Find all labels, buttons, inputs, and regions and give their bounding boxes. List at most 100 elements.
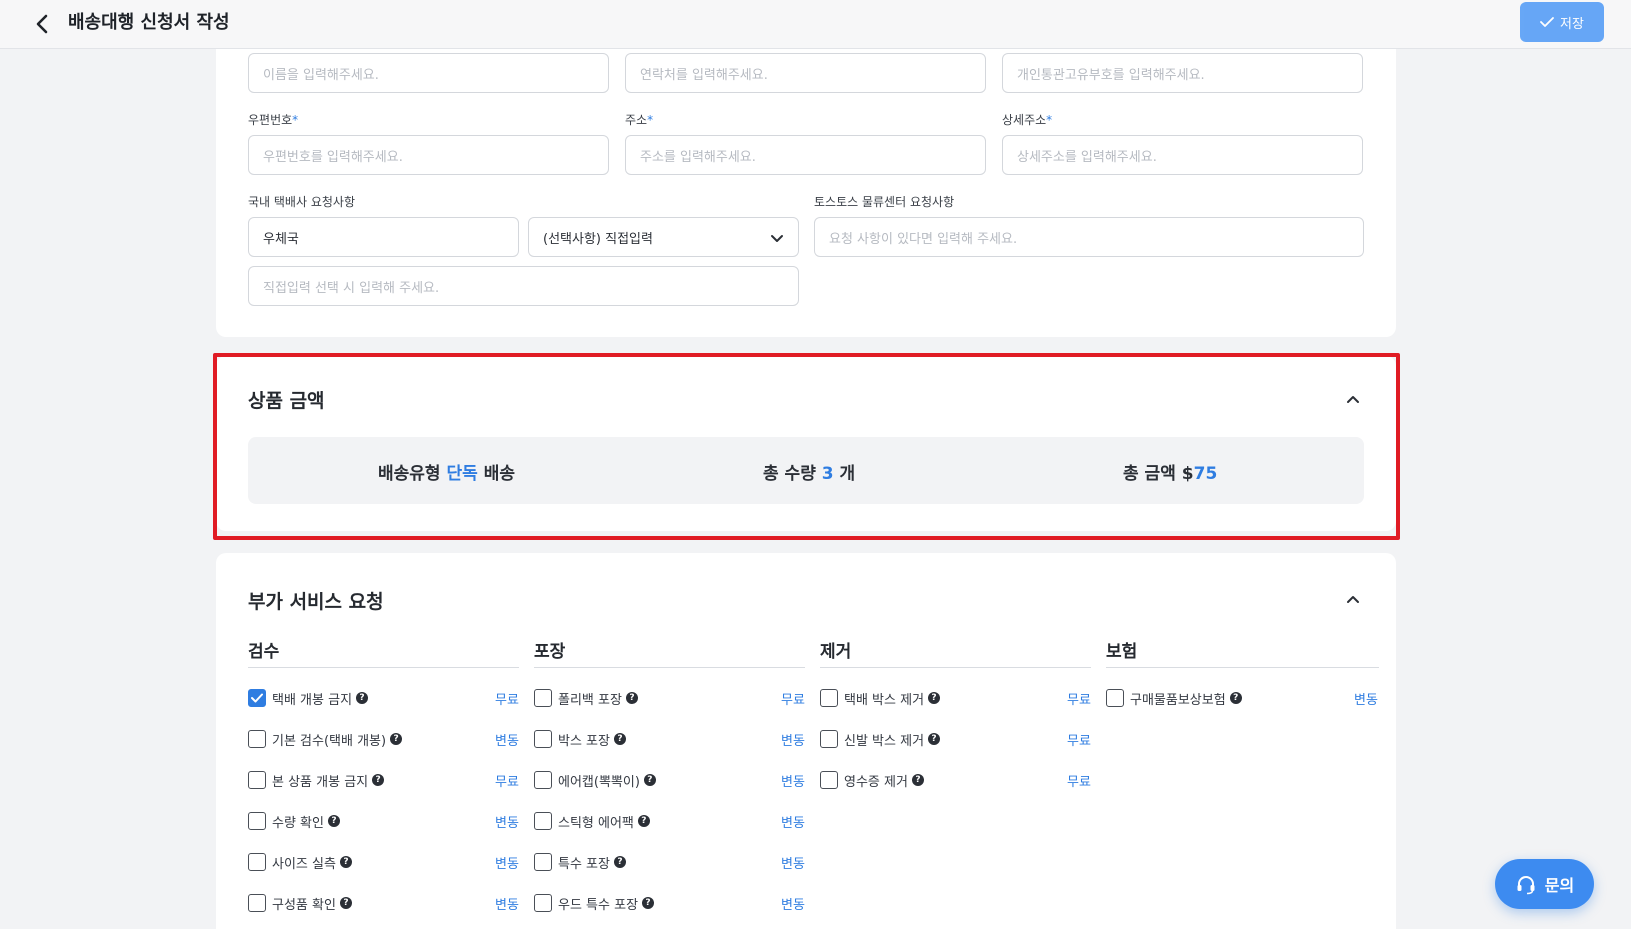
help-icon[interactable]: ? <box>372 774 385 786</box>
checkbox[interactable] <box>248 894 266 912</box>
service-option-label: 특수 포장 <box>558 856 610 872</box>
chevron-up-icon <box>1347 596 1359 603</box>
checkbox[interactable] <box>248 812 266 830</box>
center-request-input[interactable]: 요청 사항이 있다면 입력해 주세요. <box>814 217 1364 257</box>
address-placeholder: 주소를 입력해주세요. <box>640 149 756 165</box>
category-heading: 포장 <box>534 642 566 662</box>
service-option-label: 사이즈 실측 <box>272 856 336 872</box>
checkbox[interactable] <box>248 853 266 871</box>
services-collapse-button[interactable] <box>1342 588 1364 610</box>
chevron-down-icon <box>771 235 783 242</box>
price-section-title: 상품 금액 <box>248 390 325 412</box>
service-option[interactable]: 스틱형 에어팩? <box>534 810 650 832</box>
service-price-tag: 변동 <box>781 856 805 872</box>
save-button[interactable]: 저장 <box>1520 2 1604 42</box>
phone-placeholder: 연락처를 입력해주세요. <box>640 67 768 83</box>
service-option-label: 에어캡(뽁뽁이) <box>558 774 640 790</box>
detail-address-input[interactable]: 상세주소를 입력해주세요. <box>1002 135 1363 175</box>
checkbox[interactable] <box>534 894 552 912</box>
service-option[interactable]: 신발 박스 제거? <box>820 728 941 750</box>
help-icon[interactable]: ? <box>390 733 403 745</box>
back-button[interactable] <box>28 10 56 38</box>
service-option[interactable]: 본 상품 개봉 금지? <box>248 769 385 791</box>
service-option[interactable]: 사이즈 실측? <box>248 851 352 873</box>
help-icon[interactable]: ? <box>339 856 352 868</box>
service-option-label: 기본 검수(택배 개봉) <box>272 733 387 749</box>
courier-request-value: (선택사항) 직접입력 <box>543 231 653 247</box>
help-icon[interactable]: ? <box>327 815 340 827</box>
service-option[interactable]: 기본 검수(택배 개봉)? <box>248 728 403 750</box>
service-price-tag: 무료 <box>781 692 805 708</box>
service-option[interactable]: 구매물품보상보험? <box>1106 687 1242 709</box>
service-option[interactable]: 특수 포장? <box>534 851 626 873</box>
help-icon[interactable]: ? <box>339 897 352 909</box>
help-icon[interactable]: ? <box>911 774 924 786</box>
checkbox[interactable] <box>820 771 838 789</box>
phone-input[interactable]: 연락처를 입력해주세요. <box>625 53 986 93</box>
service-option-label: 택배 개봉 금지 <box>272 692 353 708</box>
help-icon[interactable]: ? <box>625 692 638 704</box>
service-price-tag: 변동 <box>495 897 519 913</box>
help-icon[interactable]: ? <box>642 897 655 909</box>
service-option[interactable]: 영수증 제거? <box>820 769 924 791</box>
service-option-label: 스틱형 에어팩 <box>558 815 634 831</box>
help-icon[interactable]: ? <box>643 774 656 786</box>
service-price-tag: 변동 <box>781 897 805 913</box>
name-input[interactable]: 이름을 입력해주세요. <box>248 53 609 93</box>
checkbox[interactable] <box>534 812 552 830</box>
courier-value: 우체국 <box>263 231 299 247</box>
service-option[interactable]: 우드 특수 포장? <box>534 892 655 914</box>
service-option[interactable]: 에어캡(뽁뽁이)? <box>534 769 656 791</box>
service-price-tag: 변동 <box>495 815 519 831</box>
service-option[interactable]: 택배 개봉 금지? <box>248 687 369 709</box>
detail-address-label: 상세주소* <box>1002 113 1053 127</box>
checkbox[interactable] <box>534 730 552 748</box>
service-price-tag: 무료 <box>495 692 519 708</box>
service-option[interactable]: 구성품 확인? <box>248 892 352 914</box>
service-option[interactable]: 수량 확인? <box>248 810 340 832</box>
help-icon[interactable]: ? <box>928 692 941 704</box>
price-collapse-button[interactable] <box>1342 388 1364 410</box>
price-summary-bar: 배송유형 단독 배송 총 수량 3 개 총 금액 $75 <box>248 437 1364 504</box>
service-price-tag: 변동 <box>781 774 805 790</box>
service-option[interactable]: 택배 박스 제거? <box>820 687 941 709</box>
address-input[interactable]: 주소를 입력해주세요. <box>625 135 986 175</box>
checkbox[interactable] <box>248 771 266 789</box>
service-option-label: 택배 박스 제거 <box>844 692 925 708</box>
customs-code-input[interactable]: 개인통관고유부호를 입력해주세요. <box>1002 53 1363 93</box>
help-icon[interactable]: ? <box>1229 692 1242 704</box>
help-icon[interactable]: ? <box>637 815 650 827</box>
service-option-label: 박스 포장 <box>558 733 610 749</box>
checkbox[interactable] <box>248 730 266 748</box>
category-divider <box>534 667 805 668</box>
save-button-label: 저장 <box>1560 16 1584 32</box>
checkbox[interactable] <box>820 689 838 707</box>
detail-address-placeholder: 상세주소를 입력해주세요. <box>1017 149 1157 165</box>
category-divider <box>248 667 519 668</box>
checkbox[interactable] <box>534 689 552 707</box>
help-icon[interactable]: ? <box>613 733 626 745</box>
service-option-label: 본 상품 개봉 금지 <box>272 774 369 790</box>
direct-input-field[interactable]: 직접입력 선택 시 입력해 주세요. <box>248 266 799 306</box>
help-icon[interactable]: ? <box>613 856 626 868</box>
checkbox[interactable] <box>248 689 266 707</box>
zip-input[interactable]: 우편번호를 입력해주세요. <box>248 135 609 175</box>
checkbox[interactable] <box>534 771 552 789</box>
service-price-tag: 변동 <box>495 856 519 872</box>
courier-request-select[interactable]: (선택사항) 직접입력 <box>528 217 799 257</box>
quantity-summary: 총 수량 3 개 <box>763 464 856 484</box>
inquiry-button[interactable]: 문의 <box>1495 859 1594 909</box>
service-price-tag: 무료 <box>1067 733 1091 749</box>
checkbox[interactable] <box>1106 689 1124 707</box>
chevron-left-icon <box>36 14 48 34</box>
help-icon[interactable]: ? <box>928 733 941 745</box>
shipping-type-summary: 배송유형 단독 배송 <box>378 464 515 484</box>
checkbox[interactable] <box>534 853 552 871</box>
service-option[interactable]: 박스 포장? <box>534 728 626 750</box>
checkbox[interactable] <box>820 730 838 748</box>
help-icon[interactable]: ? <box>356 692 369 704</box>
service-option-label: 우드 특수 포장 <box>558 897 639 913</box>
service-option[interactable]: 폴리백 포장? <box>534 687 638 709</box>
services-section-title: 부가 서비스 요청 <box>248 591 384 613</box>
courier-select[interactable]: 우체국 <box>248 217 519 257</box>
